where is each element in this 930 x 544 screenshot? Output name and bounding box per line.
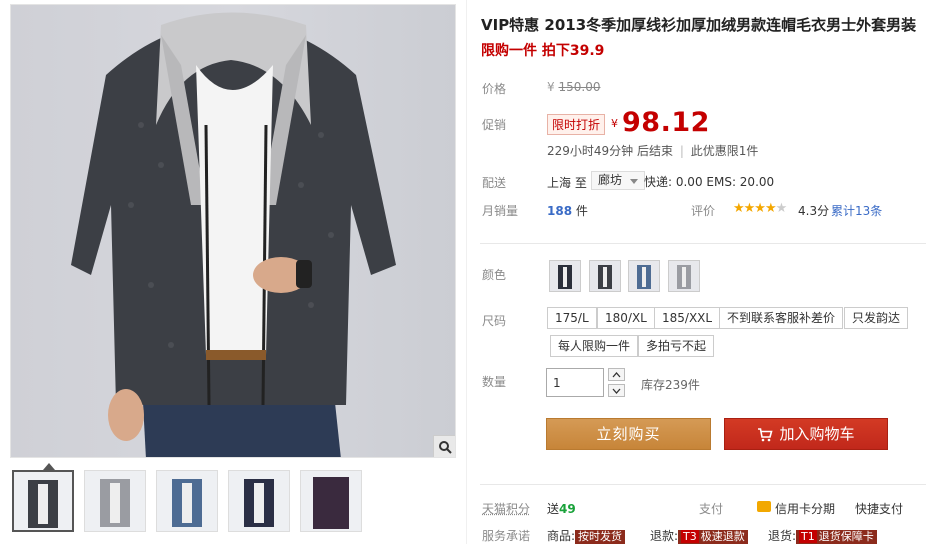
service-badge-text: 极速退款 [700,530,745,543]
shipping-fee: 快递: 0.00 EMS: 20.00 [644,175,775,189]
payment-label: 支付 [699,502,724,516]
sales-unit: 件 [575,204,588,218]
quantity-input[interactable] [546,368,604,397]
product-photo [71,12,396,457]
points-value: 49 [559,502,576,516]
promo-price: 98.12 [622,107,710,138]
column-divider [466,0,467,544]
color-label: 颜色 [482,268,507,282]
size-option-175[interactable]: 175/L [547,307,597,329]
stars-filled: ★★★★ [733,201,777,216]
thumbnail-image [100,479,130,527]
buy-now-button[interactable]: 立刻购买 [546,418,711,450]
thumbnail-image [28,480,58,528]
magnifier-icon [438,440,452,454]
service-prefix: 退货: [768,529,797,543]
thumbnail-1[interactable] [12,470,74,532]
color-swatch-2[interactable] [589,260,621,292]
swatch-image [637,265,651,289]
tmall-points: 送49 [547,500,576,517]
size-option-180[interactable]: 180/XL [597,307,655,329]
countdown: 229小时49分钟 后结束 | 此优惠限1件 [547,142,758,159]
original-price-value: 150.00 [558,80,601,94]
size-option-contact[interactable]: 不到联系客服补差价 [719,307,844,329]
service-shipping: 商品: 按时发货 [547,527,626,544]
swatch-image [598,265,612,289]
limit-text: 此优惠限1件 [690,144,759,158]
product-title: VIP特惠 2013冬季加厚线衫加厚加绒男款连帽毛衣男士外套男装 [481,16,917,34]
separator: | [679,144,684,158]
promo-label: 促销 [482,118,507,132]
thumbnail-pointer [43,463,55,470]
service-label: 服务承诺 [482,529,531,543]
shipping-label: 配送 [482,176,507,190]
sales-label: 月销量 [482,204,519,218]
thumbnail-image [313,477,349,529]
color-swatch-4[interactable] [668,260,700,292]
swatch-image [558,265,572,289]
size-option-yunda[interactable]: 只发韵达 [844,307,909,329]
thumbnail-2[interactable] [84,470,146,532]
service-refund: 退款: T3 极速退款 [650,527,748,544]
service-badge: 按时发货 [575,530,626,544]
service-return: 退货: T1 退货保障卡 [768,527,877,544]
ship-from: 上海 至 [547,176,587,190]
size-option-multi[interactable]: 多拍亏不起 [638,335,715,357]
thumbnail-strip [12,470,362,532]
color-swatch-3[interactable] [628,260,660,292]
size-option-limit[interactable]: 每人限购一件 [550,335,639,357]
points-prefix: 送 [547,502,560,516]
size-option-185[interactable]: 185/XXL [654,307,721,329]
reviews-link[interactable]: 累计13条 [831,202,882,219]
size-label: 尺码 [482,314,507,328]
monthly-sales: 188 件 [547,202,588,219]
currency-symbol: ¥ [547,80,555,94]
thumbnail-image [244,479,274,527]
tmall-points-label[interactable]: 天猫积分 [482,500,530,517]
add-to-cart-button[interactable]: 加入购物车 [724,418,888,450]
divider [480,243,926,244]
chevron-down-icon [630,179,639,184]
quantity-label: 数量 [482,375,507,389]
stock-count: 库存239件 [641,378,700,392]
divider [480,484,926,485]
currency-symbol: ¥ [611,117,618,130]
rating-stars-icon: ★★★★★ [733,201,788,216]
quantity-increase-button[interactable] [608,368,625,381]
promo-tag: 限时打折 [547,114,606,135]
credit-card-icon [757,501,771,512]
quick-pay-link[interactable]: 快捷支付 [855,500,903,517]
ship-to-value: 廊坊 [598,173,623,187]
service-badge: T3 极速退款 [678,530,748,544]
service-tier: T1 [799,530,817,543]
add-to-cart-label: 加入购物车 [779,425,855,443]
sales-count: 188 [547,204,573,218]
thumbnail-image [172,479,202,527]
thumbnail-3[interactable] [156,470,218,532]
chevron-down-icon [612,388,621,394]
stars-empty: ★ [775,201,788,216]
service-prefix: 退款: [650,529,679,543]
chevron-up-icon [612,371,621,377]
credit-installment-link[interactable]: 信用卡分期 [775,500,835,517]
rating-label: 评价 [691,204,716,218]
original-price: ¥ 150.00 [547,80,600,94]
service-prefix: 商品: [547,529,576,543]
ship-to-select[interactable]: 廊坊 [591,171,646,190]
thumbnail-4[interactable] [228,470,290,532]
main-product-image[interactable] [10,4,456,458]
color-swatch-1[interactable] [549,260,581,292]
countdown-text: 229小时49分钟 后结束 [547,144,673,158]
service-badge: T1 退货保障卡 [796,530,877,544]
rating-score: 4.3分 [798,204,830,218]
service-tier: T3 [681,530,699,543]
swatch-image [677,265,691,289]
shopping-cart-icon [758,427,774,441]
service-badge-text: 退货保障卡 [818,530,874,543]
thumbnail-5[interactable] [300,470,362,532]
quantity-decrease-button[interactable] [608,384,625,397]
product-subtitle: 限购一件 拍下39.9 [481,43,605,59]
price-label: 价格 [482,82,507,96]
zoom-button[interactable] [433,435,455,457]
